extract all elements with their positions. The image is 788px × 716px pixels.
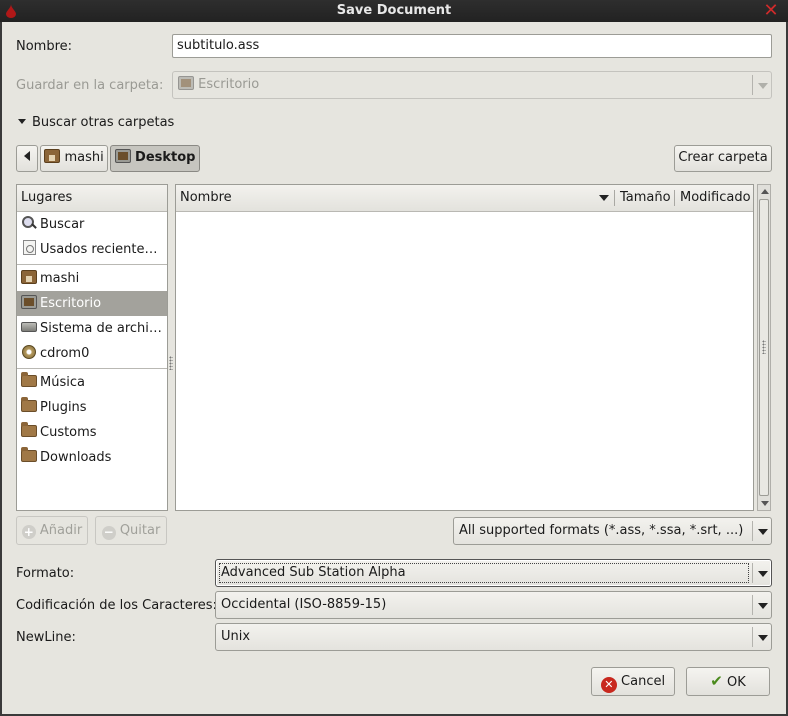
recent-icon [22, 240, 36, 255]
focus-ring [219, 563, 749, 583]
cdrom-icon [22, 345, 36, 359]
chevron-down-icon [752, 595, 771, 615]
place-item-musica[interactable]: Música [17, 370, 167, 395]
file-list: Nombre Tamaño Modificado [175, 184, 754, 511]
home-folder-icon [21, 270, 37, 284]
search-icon [22, 216, 36, 230]
place-item-cdrom[interactable]: cdrom0 [17, 341, 167, 366]
scroll-down-icon[interactable] [761, 501, 769, 506]
pane-resize-handle[interactable] [169, 356, 173, 370]
places-list: Lugares Buscar Usados reciente… mashi Es… [16, 184, 168, 511]
desktop-folder-icon [21, 295, 37, 309]
create-folder-button[interactable]: Crear carpeta [674, 145, 772, 172]
file-filter-combo[interactable]: All supported formats (*.ass, *.ssa, *.s… [453, 517, 772, 545]
ok-button[interactable]: ✔ OK [686, 667, 770, 696]
folder-icon [21, 372, 37, 387]
place-item-plugins[interactable]: Plugins [17, 395, 167, 420]
home-folder-icon [44, 149, 61, 163]
place-item-filesystem[interactable]: Sistema de archi… [17, 316, 167, 341]
chevron-down-icon [752, 521, 771, 541]
folder-icon [21, 447, 37, 462]
cancel-icon: ✕ [600, 677, 617, 693]
cancel-button[interactable]: ✕ Cancel [591, 667, 675, 696]
format-combo[interactable]: Advanced Sub Station Alpha [215, 559, 772, 587]
desktop-folder-icon [114, 149, 131, 163]
column-divider [614, 190, 615, 206]
window-titlebar: Save Document [0, 0, 788, 22]
app-drop-icon [6, 4, 16, 18]
folder-icon [21, 397, 37, 412]
desktop-folder-icon [178, 76, 194, 90]
format-label: Formato: [16, 566, 75, 581]
encoding-label: Codificación de los Caracteres: [16, 598, 217, 613]
drive-icon [21, 322, 37, 332]
chevron-down-icon [752, 627, 771, 647]
column-divider [674, 190, 675, 206]
save-in-combo[interactable]: Escritorio [172, 71, 772, 99]
newline-combo[interactable]: Unix [215, 623, 772, 651]
save-in-value: Escritorio [198, 77, 260, 92]
column-tamano[interactable]: Tamaño [616, 185, 674, 211]
expander-arrow-icon [18, 119, 26, 124]
save-dialog: Nombre: subtitulo.ass Guardar en la carp… [2, 22, 786, 714]
sort-down-icon [599, 195, 609, 201]
left-arrow-icon [24, 151, 30, 161]
file-list-scrollbar[interactable] [757, 184, 771, 511]
file-filter-value: All supported formats (*.ass, *.ssa, *.s… [459, 523, 744, 538]
checkmark-icon: ✔ [710, 672, 723, 690]
path-back-button[interactable] [16, 145, 38, 172]
path-crumb-desktop[interactable]: Desktop [110, 145, 200, 172]
newline-label: NewLine: [16, 630, 76, 645]
places-header[interactable]: Lugares [17, 185, 167, 212]
add-place-button[interactable]: + Añadir [16, 516, 88, 545]
chevron-down-icon [752, 563, 771, 583]
name-label: Nombre: [16, 39, 73, 54]
folder-icon [21, 422, 37, 437]
encoding-value: Occidental (ISO-8859-15) [221, 597, 387, 612]
places-separator [17, 264, 167, 265]
scrollbar-thumb[interactable] [759, 199, 769, 496]
place-item-escritorio[interactable]: Escritorio [17, 291, 167, 316]
chevron-down-icon [752, 75, 771, 95]
place-item-buscar[interactable]: Buscar [17, 212, 167, 237]
place-item-recent[interactable]: Usados reciente… [17, 237, 167, 262]
browse-folders-expander[interactable]: Buscar otras carpetas [18, 115, 174, 131]
window-title: Save Document [336, 3, 452, 18]
places-separator [17, 368, 167, 369]
file-list-header: Nombre Tamaño Modificado [176, 185, 753, 212]
thumb-grip-icon [762, 340, 766, 354]
newline-value: Unix [221, 629, 251, 644]
place-item-customs[interactable]: Customs [17, 420, 167, 445]
encoding-combo[interactable]: Occidental (ISO-8859-15) [215, 591, 772, 619]
remove-icon: − [101, 525, 116, 540]
close-icon[interactable]: ✕ [762, 1, 780, 21]
place-item-downloads[interactable]: Downloads [17, 445, 167, 470]
scroll-up-icon[interactable] [761, 189, 769, 194]
place-item-mashi[interactable]: mashi [17, 266, 167, 291]
filename-value: subtitulo.ass [177, 38, 260, 53]
filename-input[interactable]: subtitulo.ass [172, 34, 772, 58]
remove-place-button[interactable]: − Quitar [95, 516, 167, 545]
column-nombre[interactable]: Nombre [176, 185, 614, 211]
column-modificado[interactable]: Modificado [676, 185, 752, 211]
save-in-label: Guardar en la carpeta: [16, 78, 164, 93]
add-icon: + [21, 525, 36, 539]
path-crumb-mashi[interactable]: mashi [40, 145, 108, 172]
